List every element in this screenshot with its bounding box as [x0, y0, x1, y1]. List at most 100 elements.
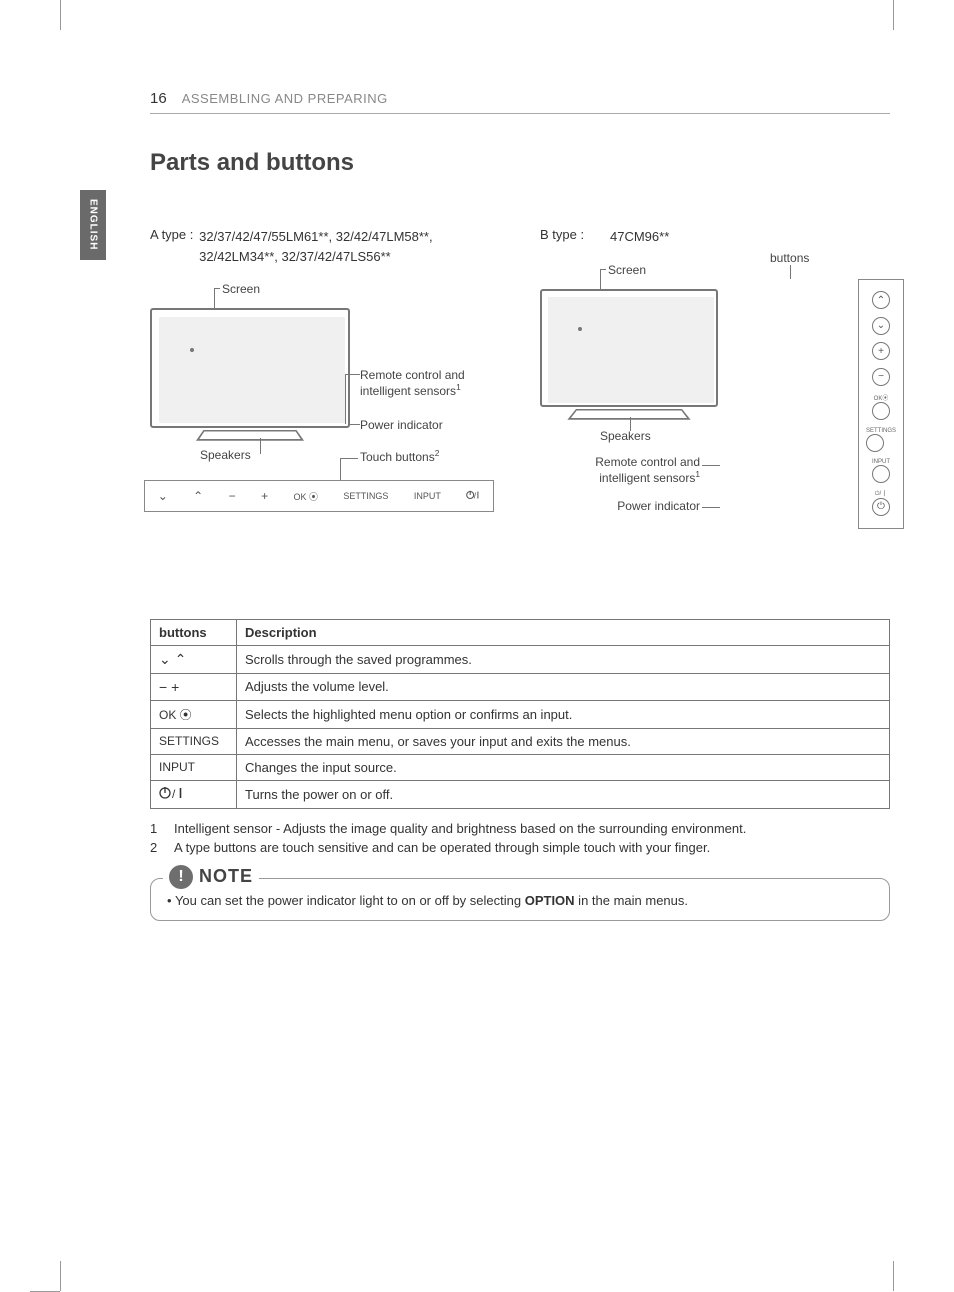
- settings-label: SETTINGS: [343, 491, 388, 501]
- callout-line: [702, 507, 720, 508]
- note-title: NOTE: [199, 866, 253, 887]
- callout-touch-a: Touch buttons2: [360, 448, 439, 464]
- table-row: / Turns the power on or off.: [151, 780, 890, 808]
- callout-remote-b-text: Remote control and intelligent sensors: [595, 455, 700, 485]
- settings-button-icon: [866, 434, 884, 452]
- ok-label: OK ⦿: [293, 490, 318, 503]
- tv-stand-b: [567, 409, 690, 420]
- note-box: ! NOTE You can set the power indicator l…: [150, 878, 890, 921]
- minus-plus-icon: − +: [159, 679, 179, 695]
- down-up-icon: ⌄ ⌃: [159, 651, 186, 667]
- footnote-row: 1 Intelligent sensor - Adjusts the image …: [150, 819, 890, 839]
- table-cell-desc: Adjusts the volume level.: [237, 673, 890, 700]
- power-label: ⏻/┃: [872, 491, 890, 498]
- power-icon: /: [466, 489, 480, 503]
- callout-line: [340, 458, 358, 459]
- callout-line: [630, 417, 631, 431]
- tv-stand-a: [196, 430, 304, 441]
- footnotes: 1 Intelligent sensor - Adjusts the image …: [150, 819, 890, 858]
- tv-screen-a: [150, 308, 350, 428]
- callout-remote-b: Remote control and intelligent sensors1: [560, 455, 700, 485]
- input-button-icon: [872, 465, 890, 483]
- table-cell-button: ⌄ ⌃: [151, 645, 237, 673]
- footnote-text: Intelligent sensor - Adjusts the image q…: [174, 819, 746, 839]
- note-body: You can set the power indicator light to…: [167, 893, 873, 908]
- power-icon: /: [159, 789, 187, 803]
- table-cell-desc: Turns the power on or off.: [237, 780, 890, 808]
- table-cell-button: SETTINGS: [151, 728, 237, 754]
- type-a-label: A type :: [150, 227, 199, 266]
- ok-button-icon: [872, 402, 890, 420]
- table-row: − + Adjusts the volume level.: [151, 673, 890, 700]
- page-title: Parts and buttons: [150, 149, 890, 177]
- table-cell-desc: Accesses the main menu, or saves your in…: [237, 728, 890, 754]
- callout-remote-a: Remote control and intelligent sensors1: [360, 368, 500, 398]
- svg-text:/: /: [172, 787, 176, 800]
- note-header: ! NOTE: [163, 865, 259, 889]
- table-row: SETTINGSAccesses the main menu, or saves…: [151, 728, 890, 754]
- callout-line: [340, 458, 341, 480]
- minus-icon: −: [872, 368, 890, 386]
- page-header: 16 ASSEMBLING AND PREPARING: [150, 90, 890, 114]
- diagram-type-b: Screen buttons Speakers Remote control a…: [540, 259, 890, 539]
- sensor-dot: [190, 348, 194, 352]
- note-text-bold: OPTION: [525, 893, 575, 908]
- note-text-post: in the main menus.: [575, 893, 688, 908]
- callout-touch-sup: 2: [435, 448, 440, 458]
- input-label: INPUT: [872, 459, 890, 465]
- crop-mark: [60, 1261, 90, 1291]
- input-label: INPUT: [414, 491, 441, 501]
- section-title: ASSEMBLING AND PREPARING: [182, 91, 388, 106]
- types-row: A type : 32/37/42/47/55LM61**, 32/42/47L…: [150, 227, 890, 539]
- diagram-type-a: Screen Speakers Remote control and intel…: [150, 278, 500, 538]
- callout-line: [345, 374, 360, 375]
- callout-line: [702, 465, 720, 466]
- power-button-icon: ⏻: [872, 498, 890, 516]
- up-icon: ⌃: [872, 291, 890, 309]
- table-cell-desc: Selects the highlighted menu option or c…: [237, 700, 890, 728]
- language-tab: ENGLISH: [80, 190, 106, 260]
- table-cell-button: − +: [151, 673, 237, 700]
- page: 16 ASSEMBLING AND PREPARING Parts and bu…: [150, 90, 890, 921]
- footnote-text: A type buttons are touch sensitive and c…: [174, 838, 710, 858]
- callout-line: [790, 265, 791, 279]
- callout-line: [214, 288, 220, 289]
- crop-mark: [864, 0, 894, 30]
- table-row: ⌄ ⌃Scrolls through the saved programmes.: [151, 645, 890, 673]
- table-row: INPUTChanges the input source.: [151, 754, 890, 780]
- down-icon: ⌄: [872, 317, 890, 335]
- table-cell-button: INPUT: [151, 754, 237, 780]
- tv-screen-b: [540, 289, 718, 407]
- settings-label: SETTINGS: [866, 428, 896, 434]
- minus-icon: −: [229, 489, 236, 503]
- type-a-models: 32/37/42/47/55LM61**, 32/42/47LM58**, 32…: [199, 227, 500, 266]
- plus-icon: +: [872, 342, 890, 360]
- table-row: OK ⦿Selects the highlighted menu option …: [151, 700, 890, 728]
- callout-line: [260, 438, 261, 454]
- note-text-pre: You can set the power indicator light to…: [175, 893, 525, 908]
- down-icon: ⌄: [158, 489, 168, 503]
- footnote-row: 2 A type buttons are touch sensitive and …: [150, 838, 890, 858]
- sensor-dot: [578, 327, 582, 331]
- crop-mark: [864, 1261, 894, 1291]
- table-cell-desc: Changes the input source.: [237, 754, 890, 780]
- table-cell-button: /: [151, 780, 237, 808]
- footnote-num: 2: [150, 838, 162, 858]
- button-panel-a: ⌄ ⌃ − + OK ⦿ SETTINGS INPUT /: [144, 480, 494, 512]
- callout-line: [350, 424, 360, 425]
- svg-text:/: /: [474, 491, 477, 501]
- plus-icon: +: [261, 489, 268, 503]
- callout-screen-a: Screen: [222, 282, 260, 296]
- callout-touch-text: Touch buttons: [360, 450, 435, 464]
- page-number: 16: [150, 90, 167, 107]
- crop-mark: [60, 0, 90, 30]
- type-b-models: 47CM96**: [610, 227, 669, 247]
- table-cell-button: OK ⦿: [151, 700, 237, 728]
- callout-remote-text: Remote control and intelligent sensors: [360, 368, 465, 398]
- type-b-label: B type :: [540, 227, 610, 247]
- type-a-column: A type : 32/37/42/47/55LM61**, 32/42/47L…: [150, 227, 500, 539]
- type-b-column: B type : 47CM96** Screen buttons Speaker…: [540, 227, 890, 539]
- footnote-num: 1: [150, 819, 162, 839]
- callout-buttons-b: buttons: [770, 251, 809, 265]
- callout-speakers-b: Speakers: [600, 429, 651, 443]
